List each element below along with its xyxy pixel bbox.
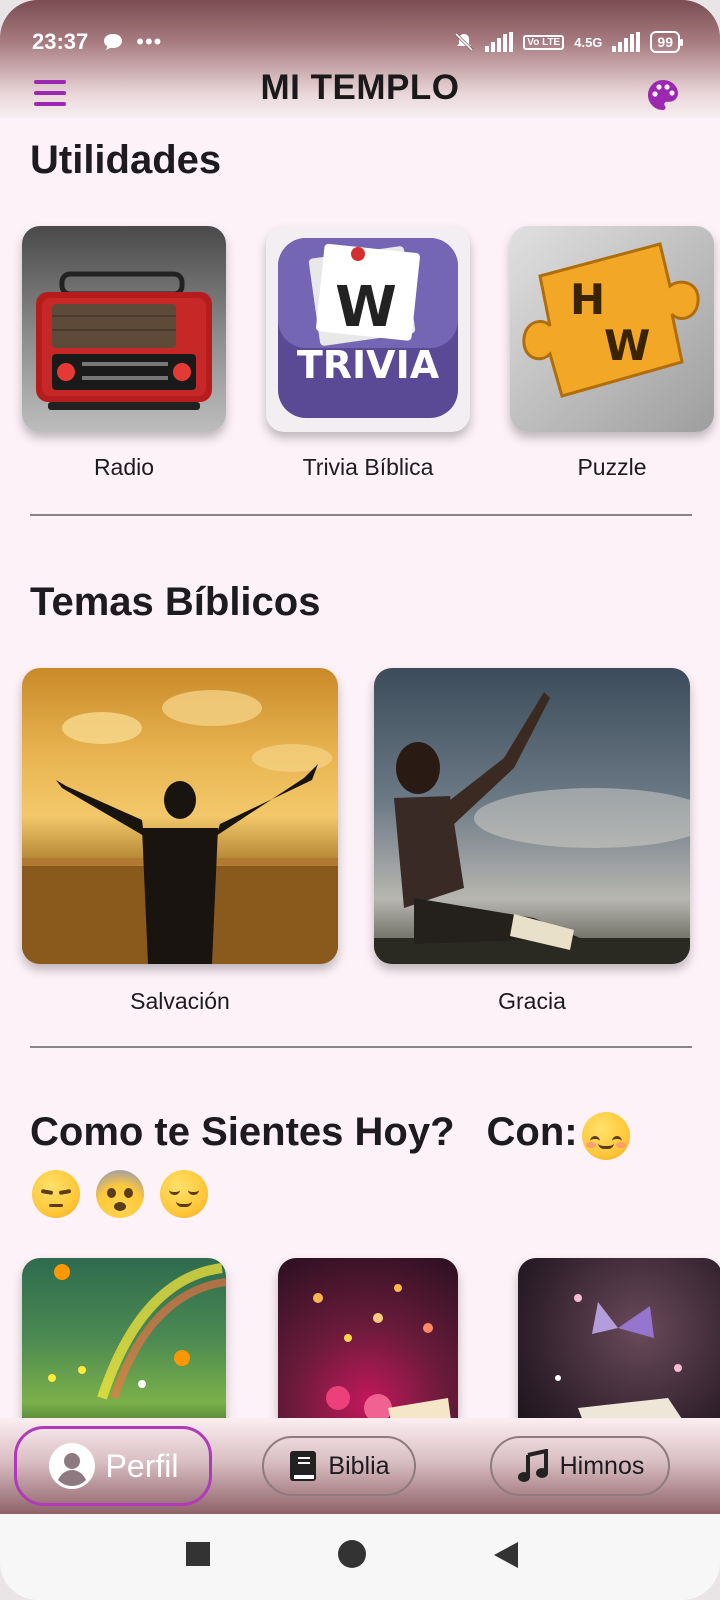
puzzle-label: Puzzle [577,454,647,480]
feeling-card-1[interactable] [22,1258,226,1418]
signal-icon-2 [612,32,641,52]
system-navigation-bar [0,1514,720,1600]
bible-icon [290,1451,317,1481]
trivia-tile-letter: W [335,275,397,340]
trivia-image: W TRIVIA [278,238,458,418]
divider-1 [30,514,692,516]
app-bar: MI TEMPLO [0,64,720,118]
recents-icon[interactable] [186,1542,210,1566]
pensive-face-icon[interactable] [32,1170,80,1218]
signal-icon [485,32,514,52]
phone-screen: 23:37 ••• Vo LTE 4.5G 99 MI TEMPLO Utili… [0,0,720,1600]
nav-bible-button[interactable]: Biblia [262,1436,416,1496]
salvation-card[interactable] [22,668,338,964]
puzzle-letter-h: H [570,275,605,324]
puzzle-card[interactable]: H W [510,226,714,432]
salvation-image [22,690,338,964]
puzzle-letter-w: W [604,321,650,370]
nav-bible-label: Biblia [328,1451,390,1480]
grace-card[interactable] [374,668,690,964]
nav-hymns-label: Himnos [559,1451,645,1480]
rainbow-image [48,1263,226,1400]
section-title-feelings: Como te Sientes Hoy? Con: [30,1110,578,1155]
home-icon[interactable] [338,1540,366,1568]
network-type: 4.5G [574,34,603,50]
feelings-with-label: Con: [486,1110,578,1154]
nav-hymns-button[interactable]: Himnos [490,1436,670,1496]
top-bar: 23:37 ••• Vo LTE 4.5G 99 MI TEMPLO [0,0,720,118]
relieved-face-icon[interactable] [160,1170,208,1218]
status-time: 23:37 [32,29,89,54]
palette-icon[interactable] [646,78,680,112]
butterfly-image [555,1294,682,1418]
main-content: Utilidades Radio W TRIVIA Trivia Bíblica… [0,118,720,1418]
grace-label: Gracia [498,988,566,1014]
trivia-label: Trivia Bíblica [302,454,434,480]
nav-profile-button[interactable]: Perfil [14,1426,212,1506]
section-title-themes: Temas Bíblicos [30,580,321,624]
music-note-icon [517,1449,548,1482]
nav-profile-label: Perfil [105,1447,179,1484]
profile-icon [48,1443,95,1489]
grace-image [374,692,690,964]
anxious-face-icon[interactable] [96,1170,144,1218]
battery-indicator: 99 [650,31,683,53]
feeling-card-2[interactable] [278,1258,458,1418]
feeling-card-3[interactable] [518,1258,720,1418]
smiling-face-icon[interactable] [582,1112,630,1160]
bottom-navigation: Perfil Biblia Himnos [0,1418,720,1514]
trivia-card[interactable]: W TRIVIA [266,226,470,432]
mute-icon [455,32,474,52]
chat-bubble-icon [104,34,123,50]
more-dots-icon: ••• [136,29,163,54]
divider-2 [30,1046,692,1048]
volte-badge: Vo LTE [523,34,565,50]
radio-label: Radio [93,454,155,480]
salvation-label: Salvación [130,988,230,1014]
puzzle-image: H W [522,242,700,398]
status-bar: 23:37 ••• Vo LTE 4.5G 99 [32,24,683,60]
section-title-utilities: Utilidades [30,138,222,182]
app-title: MI TEMPLO [260,68,460,107]
flowers-image [313,1284,451,1418]
feelings-title: Como te Sientes Hoy? [30,1110,455,1154]
radio-image [36,271,212,410]
back-icon[interactable] [492,1540,520,1570]
radio-card[interactable] [22,226,226,432]
trivia-tile-text: TRIVIA [297,343,440,387]
